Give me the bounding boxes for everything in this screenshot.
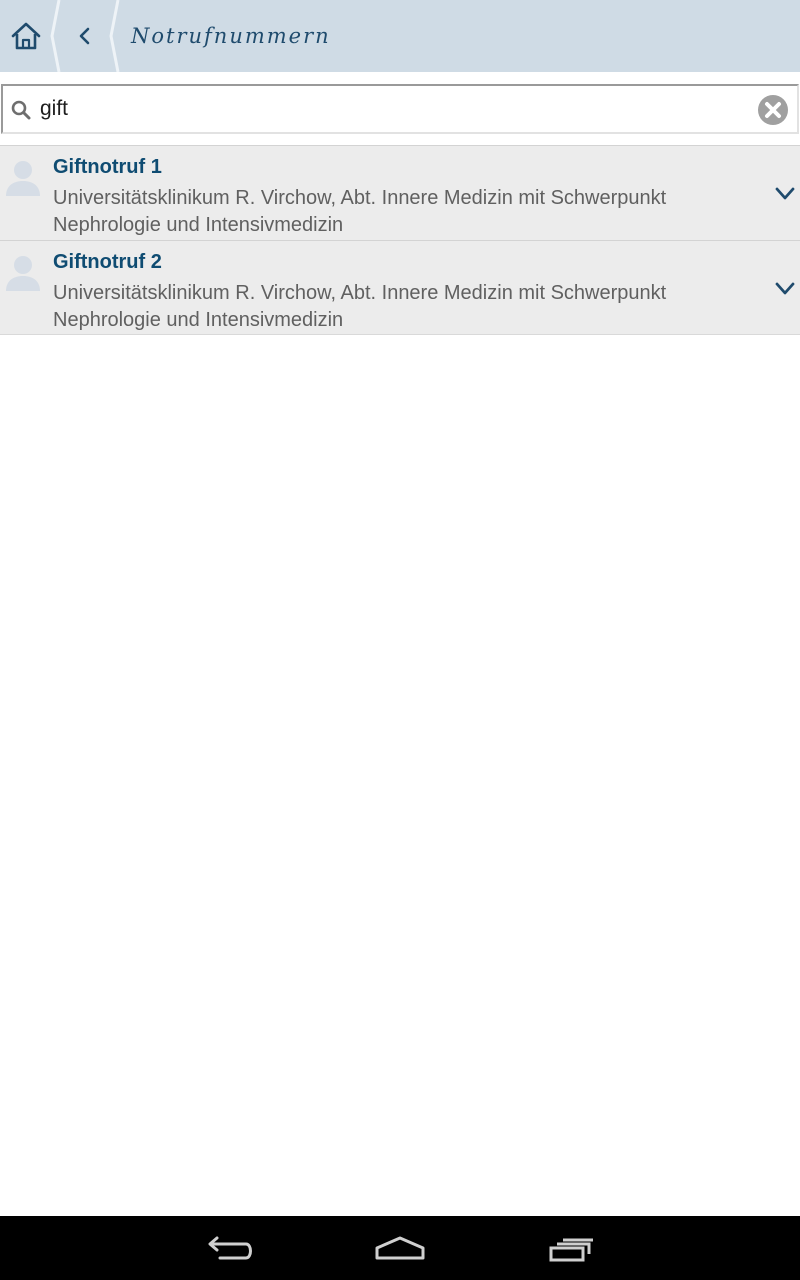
search-bar[interactable] [1, 84, 799, 134]
chevron-down-icon[interactable] [774, 281, 796, 297]
nav-home-button[interactable] [360, 1216, 440, 1280]
search-input[interactable] [40, 93, 740, 125]
list-item-description: Universitätsklinikum R. Virchow, Abt. In… [53, 282, 667, 331]
result-list: Giftnotruf 1 Universitätsklinikum R. Vir… [0, 145, 800, 335]
nav-recents-icon [549, 1238, 593, 1262]
clear-circle-x-icon [758, 95, 788, 125]
page-title: Notrufnummern [131, 24, 331, 48]
person-placeholder-icon [6, 161, 40, 196]
home-icon [11, 22, 41, 50]
nav-back-button[interactable] [190, 1216, 270, 1280]
app-header: Notrufnummern [0, 0, 800, 72]
clear-search-button[interactable] [757, 94, 789, 126]
person-placeholder-icon [6, 256, 40, 291]
list-item-description: Universitätsklinikum R. Virchow, Abt. In… [53, 187, 667, 236]
back-button[interactable] [62, 0, 108, 72]
system-nav-bar [0, 1216, 800, 1280]
search-icon [11, 100, 31, 120]
header-segment-separators [50, 0, 120, 72]
nav-back-icon [208, 1236, 252, 1260]
home-button[interactable] [0, 0, 52, 72]
list-item-title: Giftnotruf 1 [53, 156, 162, 178]
nav-recents-button[interactable] [531, 1216, 611, 1280]
chevron-left-icon [79, 27, 90, 45]
list-item[interactable]: Giftnotruf 2 Universitätsklinikum R. Vir… [0, 240, 800, 335]
list-item[interactable]: Giftnotruf 1 Universitätsklinikum R. Vir… [0, 145, 800, 240]
nav-home-icon [375, 1236, 425, 1260]
chevron-down-icon[interactable] [774, 186, 796, 202]
list-item-title: Giftnotruf 2 [53, 251, 162, 273]
